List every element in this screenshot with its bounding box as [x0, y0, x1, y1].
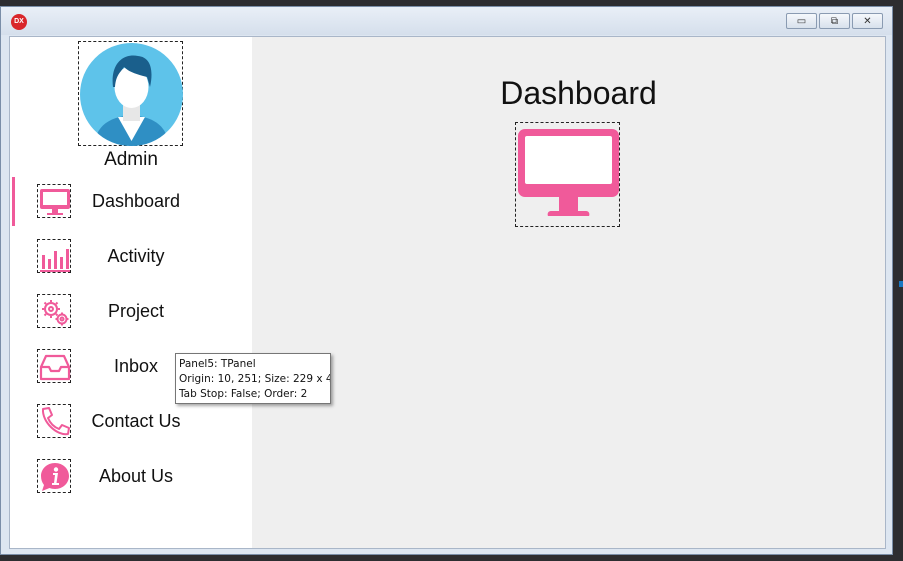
sidebar-item-label: About Us: [98, 466, 174, 486]
sidebar-item-dashboard[interactable]: Dashboard: [10, 177, 252, 226]
tooltip-line: Origin: 10, 251; Size: 229 x 49: [179, 373, 331, 385]
sidebar-item-contact-us[interactable]: Contact Us: [10, 397, 252, 446]
close-icon: ✕: [863, 16, 872, 27]
sidebar-item-label: Dashboard: [91, 191, 181, 211]
sidebar-item-label: Project: [107, 301, 165, 321]
edge-marker: [899, 281, 903, 287]
monitor-icon: [37, 184, 71, 218]
sidebar: Admin Dashboard Activity Project Inbox C…: [10, 37, 252, 548]
sidebar-item-project[interactable]: Project: [10, 287, 252, 336]
tooltip-line: Tab Stop: False; Order: 2: [179, 388, 308, 400]
close-button[interactable]: ✕: [852, 13, 883, 29]
page-title: Dashboard: [500, 75, 657, 111]
maximize-button[interactable]: ⧉: [819, 13, 850, 29]
bar-chart-icon: [37, 239, 71, 273]
form-client-area: Admin Dashboard Activity Project Inbox C…: [9, 36, 886, 549]
inbox-tray-icon: [37, 349, 71, 383]
sidebar-item-label: Contact Us: [91, 411, 181, 431]
main-panel: Dashboard: [252, 37, 885, 548]
maximize-icon: ⧉: [830, 16, 839, 27]
user-name-label: Admin: [104, 149, 158, 170]
user-avatar-icon: [80, 43, 183, 146]
sidebar-item-label: Activity: [107, 246, 165, 266]
sidebar-item-about-us[interactable]: About Us: [10, 452, 252, 501]
tooltip-line: Panel5: TPanel: [179, 358, 256, 370]
sidebar-item-activity[interactable]: Activity: [10, 232, 252, 281]
dashboard-monitor-image: [515, 122, 620, 227]
designer-hint-tooltip: Panel5: TPanel Origin: 10, 251; Size: 22…: [175, 353, 331, 404]
monitor-icon: [518, 129, 619, 216]
minimize-button[interactable]: ▭: [786, 13, 817, 29]
title-bar[interactable]: DX ▭ ⧉ ✕: [1, 7, 892, 35]
gears-icon: [37, 294, 71, 328]
avatar[interactable]: [78, 41, 183, 146]
minimize-icon: ▭: [796, 16, 807, 27]
selection-indicator: [12, 177, 15, 226]
phone-icon: [37, 404, 71, 438]
info-icon: [37, 459, 71, 493]
app-logo-icon: DX: [11, 14, 27, 30]
app-window: DX ▭ ⧉ ✕ Admin Dashboard Activity Projec…: [0, 6, 893, 555]
